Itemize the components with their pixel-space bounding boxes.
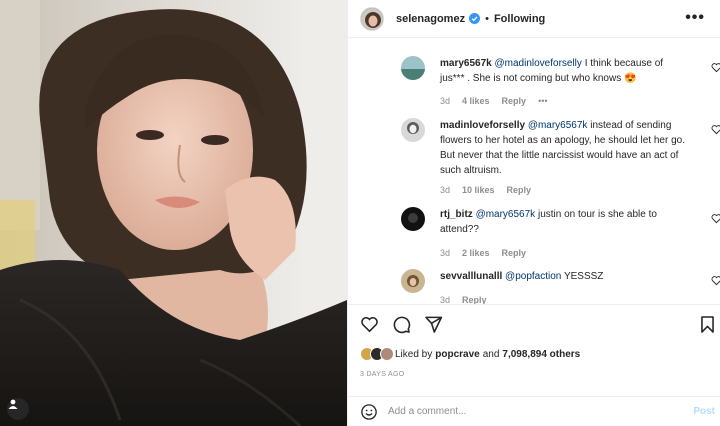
like-heart-icon[interactable] xyxy=(360,315,379,334)
post-side-panel: selenagomez • Following ••• mary6567k @m… xyxy=(347,0,720,426)
post-comment-button[interactable]: Post xyxy=(693,406,715,417)
author-avatar[interactable] xyxy=(360,6,384,31)
comment-username[interactable]: madinloveforselly xyxy=(440,120,525,131)
comment-text: sevvalllunalll @popfaction YESSSZ xyxy=(440,269,688,284)
commenter-avatar[interactable] xyxy=(401,56,425,80)
like-comment-heart-icon[interactable] xyxy=(711,213,720,224)
likes-count[interactable]: 7,098,894 others xyxy=(502,349,580,360)
comment-text: madinloveforselly @mary6567k instead of … xyxy=(440,118,688,178)
comment-likes[interactable]: 4 likes xyxy=(462,96,490,106)
comment-likes[interactable]: 10 likes xyxy=(462,185,495,195)
comment-mention[interactable]: @mary6567k xyxy=(528,120,588,131)
comment-meta: 3d 4 likes Reply ••• xyxy=(440,96,548,106)
commenter-avatar[interactable] xyxy=(401,269,425,293)
comment-body: justin on tour is she able to attend?? xyxy=(440,209,657,235)
author-username[interactable]: selenagomez xyxy=(396,13,465,25)
portrait-illustration xyxy=(0,0,347,426)
share-paper-plane-icon[interactable] xyxy=(424,315,443,334)
add-comment-bar: Add a comment... Post xyxy=(348,396,720,426)
liker-avatars[interactable] xyxy=(360,347,394,361)
comment-more-icon[interactable]: ••• xyxy=(538,96,547,106)
following-button[interactable]: Following xyxy=(494,13,545,25)
comment-username[interactable]: rtj_bitz xyxy=(440,209,473,220)
comment-likes[interactable]: 2 likes xyxy=(462,248,490,258)
reply-button[interactable]: Reply xyxy=(502,96,527,106)
comment-time[interactable]: 3d xyxy=(440,96,450,106)
comment-bubble-icon[interactable] xyxy=(392,315,411,334)
verified-badge-icon xyxy=(469,13,481,24)
comment-meta: 3d 2 likes Reply xyxy=(440,248,526,258)
post-timestamp[interactable]: 3 DAYS AGO xyxy=(360,371,405,378)
comment-input[interactable]: Add a comment... xyxy=(388,406,720,417)
comment-body: YESSSZ xyxy=(561,271,604,282)
comment-mention[interactable]: @popfaction xyxy=(505,271,561,282)
like-comment-heart-icon[interactable] xyxy=(711,124,720,135)
like-comment-heart-icon[interactable] xyxy=(711,62,720,73)
likes-summary: Liked by popcrave and 7,098,894 others xyxy=(360,347,580,361)
comment-time[interactable]: 3d xyxy=(440,185,450,195)
liked-by-label: Liked by xyxy=(395,348,433,360)
instagram-post-view: selenagomez • Following ••• mary6567k @m… xyxy=(0,0,720,426)
comment-mention[interactable]: @madinloveforselly xyxy=(495,58,582,69)
comment-username[interactable]: sevvalllunalll xyxy=(440,271,502,282)
post-header: selenagomez • Following ••• xyxy=(348,0,720,38)
comment-mention[interactable]: @mary6567k xyxy=(476,209,536,220)
action-icons xyxy=(360,315,443,334)
comment-time[interactable]: 3d xyxy=(440,248,450,258)
comment-text: rtj_bitz @mary6567k justin on tour is sh… xyxy=(440,207,688,237)
comment-time[interactable]: 3d xyxy=(440,295,450,304)
tagged-user-icon[interactable] xyxy=(7,398,29,420)
reply-button[interactable]: Reply xyxy=(502,248,527,258)
comment-meta: 3d 10 likes Reply xyxy=(440,185,531,195)
liked-by-user[interactable]: popcrave xyxy=(435,349,479,360)
more-options-icon[interactable]: ••• xyxy=(685,9,705,27)
post-photo[interactable] xyxy=(0,0,347,426)
like-comment-heart-icon[interactable] xyxy=(711,275,720,286)
commenter-avatar[interactable] xyxy=(401,118,425,142)
save-bookmark-icon[interactable] xyxy=(698,315,717,334)
comment-text: mary6567k @madinloveforselly I think bec… xyxy=(440,56,688,86)
comment-username[interactable]: mary6567k xyxy=(440,58,492,69)
header-separator: • xyxy=(485,12,489,25)
commenter-avatar[interactable] xyxy=(401,207,425,231)
liked-and-label: and xyxy=(482,348,500,360)
reply-button[interactable]: Reply xyxy=(507,185,532,195)
post-actions: Liked by popcrave and 7,098,894 others 3… xyxy=(348,304,720,404)
emoji-icon[interactable] xyxy=(360,403,378,421)
liker-avatar xyxy=(380,347,394,361)
reply-button[interactable]: Reply xyxy=(462,295,487,304)
comment-meta: 3d Reply xyxy=(440,295,487,304)
comments-list[interactable]: mary6567k @madinloveforselly I think bec… xyxy=(348,38,720,304)
